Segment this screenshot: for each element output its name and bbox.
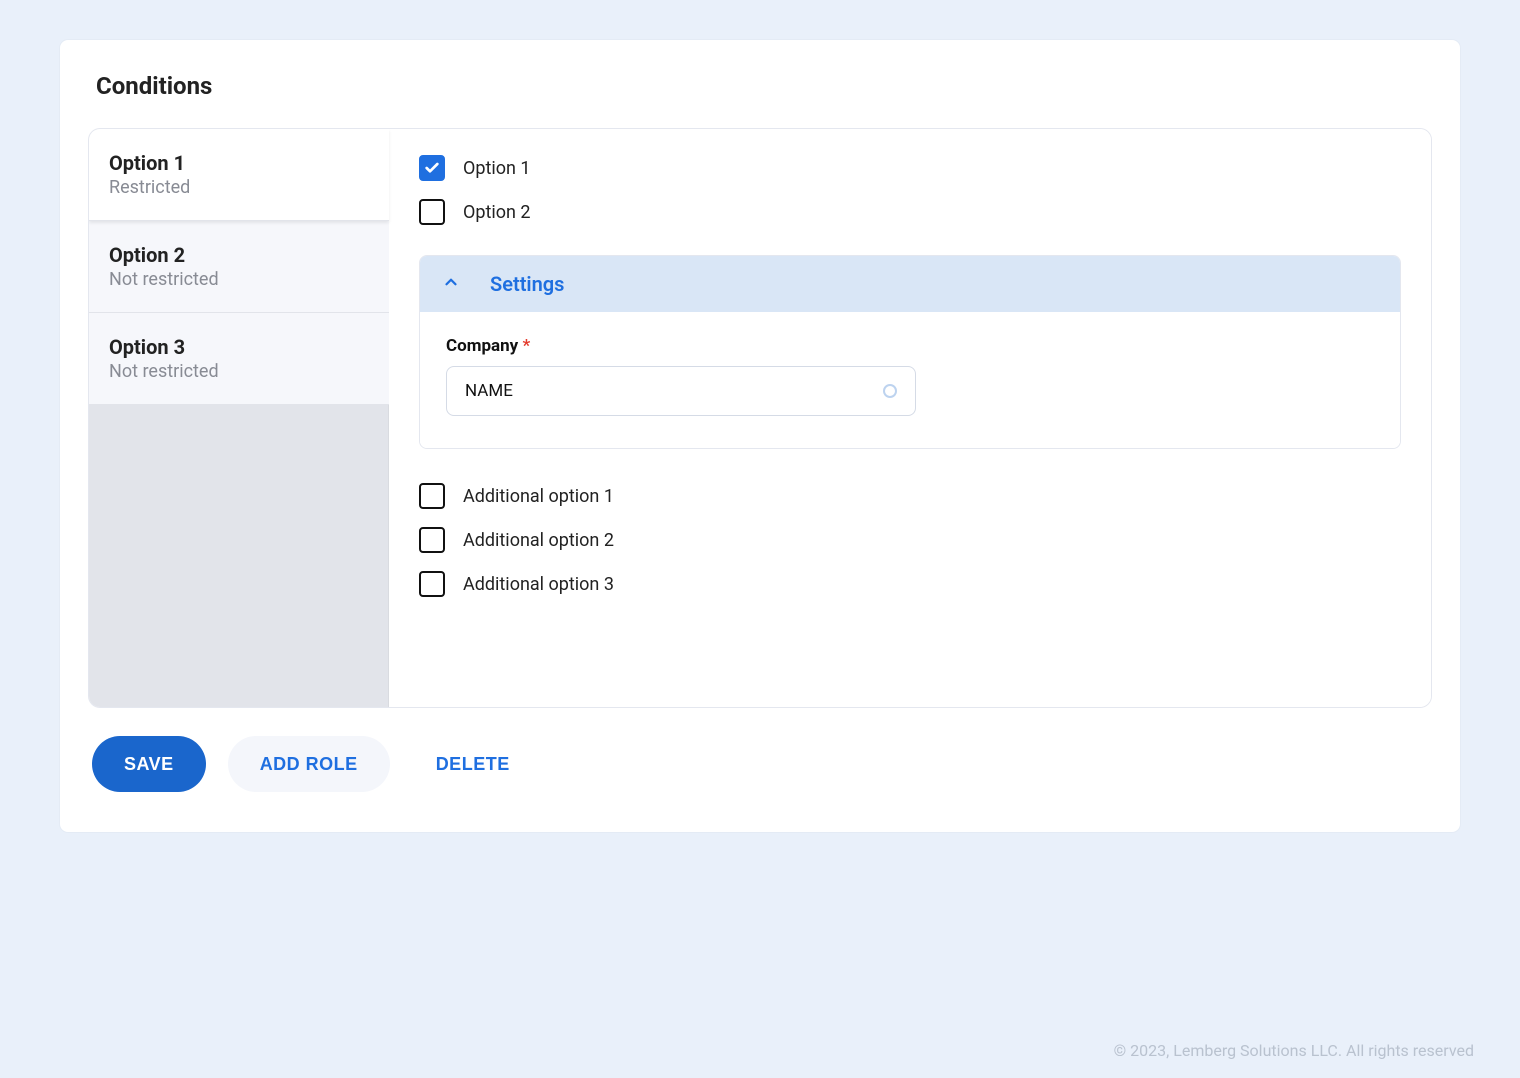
check-icon [424, 160, 440, 176]
sidebar-item-subtitle: Not restricted [109, 361, 369, 382]
page-title: Conditions [96, 72, 1432, 100]
additional-options: Additional option 1 Additional option 2 … [419, 483, 1401, 597]
option-2-row: Option 2 [419, 199, 1401, 225]
company-label-text: Company [446, 336, 518, 356]
sidebar-item-option-3[interactable]: Option 3 Not restricted [89, 313, 389, 405]
chevron-up-icon [442, 273, 460, 295]
additional-option-2-label: Additional option 2 [463, 530, 614, 551]
company-select-value: NAME [465, 381, 513, 401]
additional-option-1-checkbox[interactable] [419, 483, 445, 509]
additional-option-2-row: Additional option 2 [419, 527, 1401, 553]
content-area: Option 1 Option 2 Settings Company [389, 129, 1431, 707]
settings-accordion-body: Company * NAME [420, 312, 1400, 448]
company-select[interactable]: NAME [446, 366, 916, 416]
settings-accordion-title: Settings [490, 272, 564, 296]
additional-option-2-checkbox[interactable] [419, 527, 445, 553]
footer-copyright: © 2023, Lemberg Solutions LLC. All right… [1114, 1041, 1474, 1060]
required-mark: * [522, 336, 530, 356]
sidebar-item-subtitle: Restricted [109, 177, 369, 198]
sidebar-item-title: Option 2 [109, 243, 369, 267]
additional-option-1-label: Additional option 1 [463, 486, 614, 507]
sidebar-item-title: Option 3 [109, 335, 369, 359]
option-2-label: Option 2 [463, 202, 531, 223]
additional-option-1-row: Additional option 1 [419, 483, 1401, 509]
company-field-label: Company * [446, 336, 1374, 356]
conditions-panel: Option 1 Restricted Option 2 Not restric… [88, 128, 1432, 708]
sidebar-item-subtitle: Not restricted [109, 269, 369, 290]
option-1-row: Option 1 [419, 155, 1401, 181]
add-role-button[interactable]: ADD ROLE [228, 736, 390, 792]
conditions-card: Conditions Option 1 Restricted Option 2 … [60, 40, 1460, 832]
action-bar: SAVE ADD ROLE DELETE [92, 736, 1432, 792]
option-2-checkbox[interactable] [419, 199, 445, 225]
additional-option-3-checkbox[interactable] [419, 571, 445, 597]
sidebar-item-option-1[interactable]: Option 1 Restricted [89, 129, 389, 221]
delete-button[interactable]: DELETE [412, 736, 534, 792]
option-1-label: Option 1 [463, 158, 531, 179]
save-button[interactable]: SAVE [92, 736, 206, 792]
additional-option-3-row: Additional option 3 [419, 571, 1401, 597]
options-sidebar: Option 1 Restricted Option 2 Not restric… [89, 129, 389, 707]
settings-accordion: Settings Company * NAME [419, 255, 1401, 449]
sidebar-item-title: Option 1 [109, 151, 369, 175]
additional-option-3-label: Additional option 3 [463, 574, 614, 595]
settings-accordion-header[interactable]: Settings [420, 256, 1400, 312]
option-1-checkbox[interactable] [419, 155, 445, 181]
sidebar-item-option-2[interactable]: Option 2 Not restricted [89, 221, 389, 313]
loading-circle-icon [883, 384, 897, 398]
